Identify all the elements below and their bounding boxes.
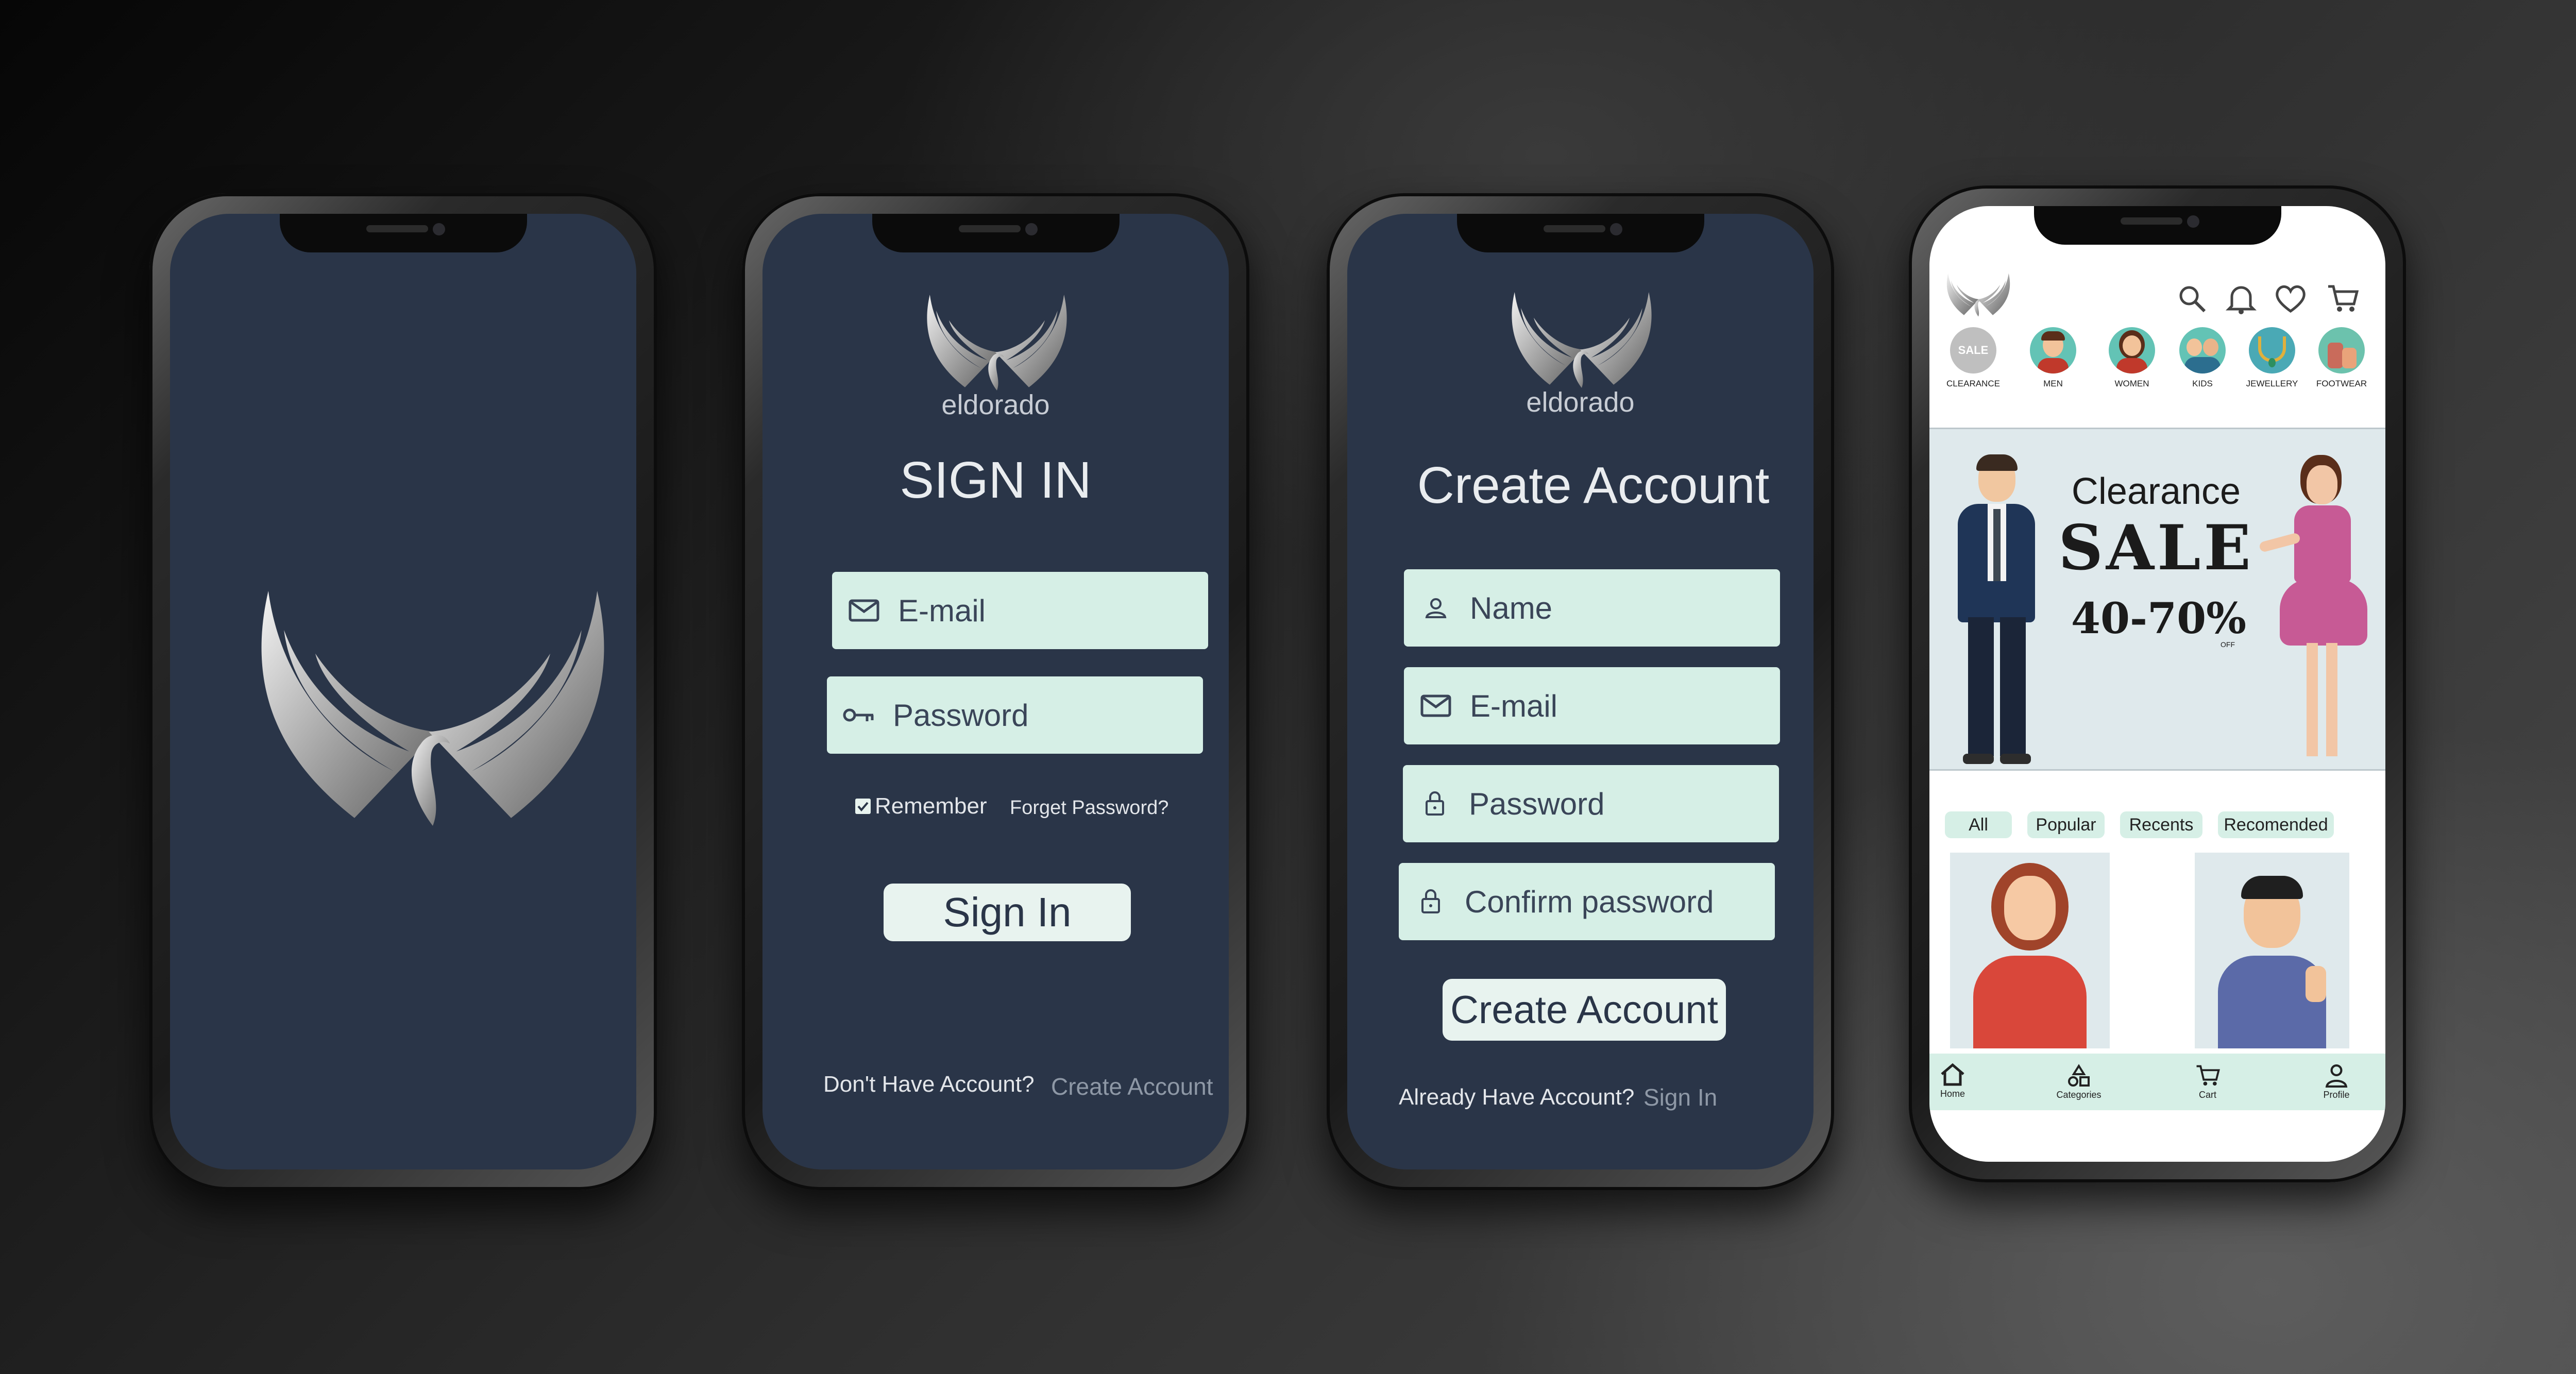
confirm-placeholder: Confirm password <box>1465 884 1714 919</box>
category-men[interactable]: MEN <box>2014 327 2092 389</box>
key-icon <box>842 699 875 732</box>
remember-label: Remember <box>875 793 987 819</box>
check-icon <box>857 802 869 812</box>
category-label: MEN <box>2043 379 2063 388</box>
password-field[interactable]: Password <box>827 676 1203 754</box>
email-field[interactable]: E-mail <box>1404 667 1780 744</box>
create-account-button[interactable]: Create Account <box>1443 979 1726 1041</box>
page-title: SIGN IN <box>900 451 1092 509</box>
password-placeholder: Password <box>893 698 1029 733</box>
eldorado-logo <box>1512 292 1652 388</box>
product-card[interactable] <box>2195 853 2349 1048</box>
cart-icon <box>2196 1065 2220 1086</box>
brand-name: eldorado <box>941 389 1050 420</box>
men-avatar <box>2030 327 2076 374</box>
brand-name: eldorado <box>1526 387 1635 418</box>
name-placeholder: Name <box>1470 590 1553 625</box>
remember-checkbox[interactable] <box>855 799 871 814</box>
name-field[interactable]: Name <box>1404 569 1780 647</box>
nav-categories[interactable]: Categories <box>2032 1064 2125 1100</box>
confirm-password-field[interactable]: Confirm password <box>1399 863 1775 940</box>
woman-illustration <box>2258 450 2378 769</box>
banner-discount-text: 40-70% <box>2071 594 2247 643</box>
forget-password-link[interactable]: Forget Password? <box>1010 797 1168 819</box>
lock-icon <box>1418 787 1451 820</box>
signin-link[interactable]: Sign In <box>1643 1083 1717 1111</box>
mail-icon <box>848 594 880 627</box>
category-label: JEWELLERY <box>2246 379 2298 388</box>
category-kids[interactable]: KIDS <box>2164 327 2241 389</box>
notch <box>872 214 1120 252</box>
nav-label: Cart <box>2198 1090 2216 1100</box>
phone-splash <box>149 193 657 1190</box>
lock-icon <box>1414 885 1447 918</box>
product-card[interactable] <box>1950 853 2110 1048</box>
create-screen: eldorado Create Account Name E-mail Pass… <box>1347 214 1814 1169</box>
signin-button[interactable]: Sign In <box>884 884 1131 941</box>
phone-signin: eldorado SIGN IN E-mail Password Remembe… <box>742 193 1249 1190</box>
category-label: FOOTWEAR <box>2316 379 2367 388</box>
clearance-sale-badge: SALE <box>1950 327 1996 374</box>
shop-screen: SALE CLEARANCE MEN WOMEN KIDS JEWELLERY … <box>1929 206 2385 1162</box>
cart-icon[interactable] <box>2326 283 2359 314</box>
password-field[interactable]: Password <box>1403 765 1779 842</box>
no-account-label: Don't Have Account? <box>823 1072 1035 1097</box>
man-illustration <box>1942 454 2050 767</box>
nav-label: Home <box>1940 1089 1965 1099</box>
woman-product-image <box>1950 853 2110 1048</box>
heart-icon[interactable] <box>2274 283 2308 314</box>
category-jewellery[interactable]: JEWELLERY <box>2233 327 2311 389</box>
user-icon <box>1419 591 1452 624</box>
bell-icon[interactable] <box>2226 282 2257 315</box>
signin-screen: eldorado SIGN IN E-mail Password Remembe… <box>762 214 1229 1169</box>
man-product-image <box>2195 853 2349 1048</box>
email-placeholder: E-mail <box>1470 688 1558 723</box>
category-label: CLEARANCE <box>1946 379 2000 388</box>
phone-create: eldorado Create Account Name E-mail Pass… <box>1327 193 1834 1190</box>
category-clearance[interactable]: SALE CLEARANCE <box>1935 327 2012 389</box>
filter-all[interactable]: All <box>1945 811 2012 838</box>
nav-home[interactable]: Home <box>1929 1063 1999 1099</box>
nav-label: Profile <box>2323 1090 2350 1100</box>
notch <box>2033 206 2281 245</box>
kids-avatar <box>2179 327 2226 374</box>
category-footwear[interactable]: FOOTWEAR <box>2303 327 2380 389</box>
banner-sale-text: SALE <box>2058 512 2254 584</box>
notch <box>279 214 527 252</box>
eldorado-logo <box>1946 273 2010 317</box>
categories-icon <box>2068 1064 2090 1087</box>
banner-clearance-text: Clearance <box>2071 471 2241 512</box>
filter-popular[interactable]: Popular <box>2027 811 2105 838</box>
have-account-label: Already Have Account? <box>1399 1084 1635 1110</box>
jewellery-avatar <box>2249 327 2295 374</box>
home-icon <box>1941 1063 1964 1086</box>
nav-label: Categories <box>2056 1090 2102 1100</box>
email-placeholder: E-mail <box>898 593 986 628</box>
splash-screen <box>170 214 636 1169</box>
mail-icon <box>1419 689 1452 722</box>
nav-profile[interactable]: Profile <box>2290 1064 2383 1100</box>
clearance-banner[interactable]: Clearance SALE 40-70% OFF <box>1929 428 2385 771</box>
filter-recents[interactable]: Recents <box>2120 811 2202 838</box>
eldorado-logo <box>927 295 1067 391</box>
category-label: WOMEN <box>2114 379 2149 388</box>
women-avatar <box>2109 327 2155 374</box>
category-label: KIDS <box>2192 379 2213 388</box>
page-title: Create Account <box>1417 456 1770 514</box>
phone-shop: SALE CLEARANCE MEN WOMEN KIDS JEWELLERY … <box>1909 185 2406 1182</box>
banner-off-text: OFF <box>2221 640 2235 649</box>
nav-cart[interactable]: Cart <box>2161 1064 2254 1100</box>
email-field[interactable]: E-mail <box>832 572 1208 649</box>
profile-icon <box>2325 1064 2348 1088</box>
search-icon[interactable] <box>2177 283 2208 314</box>
badge-text: SALE <box>1958 344 1989 357</box>
notch <box>1456 214 1704 252</box>
create-account-link[interactable]: Create Account <box>1051 1073 1213 1100</box>
category-women[interactable]: WOMEN <box>2093 327 2171 389</box>
filter-recommended[interactable]: Recomended <box>2218 811 2334 838</box>
footwear-avatar <box>2318 327 2365 374</box>
eldorado-logo <box>261 591 604 826</box>
bottom-nav: Home Categories Cart Profile <box>1929 1054 2385 1110</box>
password-placeholder: Password <box>1469 786 1605 821</box>
